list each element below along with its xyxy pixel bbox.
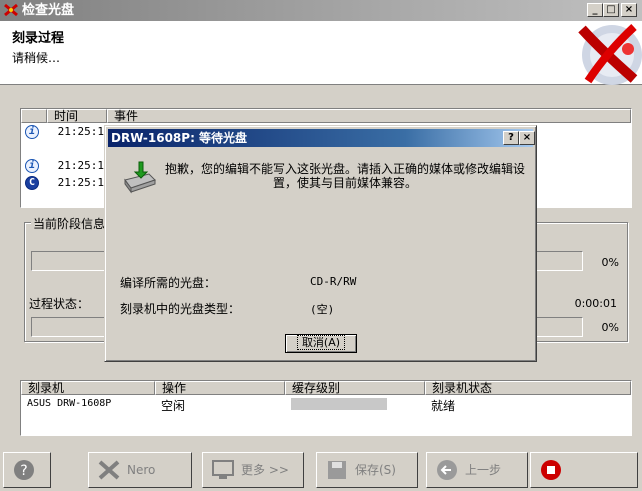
log-column-time[interactable]: 时间 bbox=[47, 109, 107, 123]
help-button[interactable]: ? bbox=[3, 452, 51, 488]
current-disc-label: 刻录机中的光盘类型： bbox=[120, 302, 241, 316]
stage-progress-percent: 0% bbox=[601, 256, 619, 269]
maximize-button[interactable]: □ bbox=[603, 3, 619, 17]
log-column-event[interactable]: 事件 bbox=[107, 109, 631, 123]
buffer-level-bar bbox=[291, 398, 387, 410]
log-row: C 21:25:17 bbox=[25, 175, 111, 191]
back-arrow-icon bbox=[437, 460, 457, 480]
stop-button[interactable] bbox=[530, 452, 638, 488]
info-icon: i bbox=[25, 159, 39, 173]
minimize-button[interactable]: _ bbox=[587, 3, 603, 17]
recorder-name: ASUS DRW-1608P bbox=[27, 398, 112, 409]
disc-drive-icon bbox=[124, 161, 156, 194]
close-button[interactable]: × bbox=[621, 3, 637, 17]
dialog-title: DRW-1608P: 等待光盘 bbox=[111, 131, 248, 145]
current-disc-value: (空) bbox=[310, 303, 335, 316]
window-titlebar: 检查光盘 _ □ × bbox=[0, 0, 642, 21]
cancel-button[interactable]: 取消(A) bbox=[285, 334, 357, 353]
svg-text:?: ? bbox=[20, 463, 27, 479]
recorder-column-status[interactable]: 刻录机状态 bbox=[425, 381, 631, 395]
total-progress-percent: 0% bbox=[601, 321, 619, 334]
dialog-message: 抱歉，您的编辑不能写入这张光盘。请插入正确的媒体或修改编辑设置，使其与目前媒体兼… bbox=[165, 162, 526, 190]
stop-icon bbox=[541, 460, 561, 480]
more-button[interactable]: 更多 >> bbox=[202, 452, 304, 488]
stage-info-legend: 当前阶段信息 bbox=[31, 215, 108, 232]
save-button[interactable]: 保存(S) bbox=[316, 452, 418, 488]
copyright-icon: C bbox=[25, 176, 39, 190]
dialog-titlebar: DRW-1608P: 等待光盘 ? × bbox=[108, 129, 535, 147]
required-disc-value: CD-R/RW bbox=[310, 275, 357, 288]
log-row: i 21:25:17 bbox=[25, 124, 111, 140]
help-icon: ? bbox=[14, 460, 34, 480]
page-subtitle: 请稍候… bbox=[12, 51, 61, 65]
log-column-icon[interactable] bbox=[21, 109, 47, 123]
recorder-column-operation[interactable]: 操作 bbox=[155, 381, 285, 395]
wizard-header: 刻录过程 请稍候… bbox=[0, 21, 642, 85]
nero-logo-icon bbox=[578, 24, 642, 85]
recorder-panel[interactable]: 刻录机 操作 缓存级别 刻录机状态 ASUS DRW-1608P 空闲 就绪 bbox=[20, 380, 632, 436]
back-button[interactable]: 上一步 bbox=[426, 452, 528, 488]
recorder-operation: 空闲 bbox=[161, 399, 186, 413]
dialog-close-button[interactable]: × bbox=[519, 131, 535, 145]
info-icon: i bbox=[25, 125, 39, 139]
nero-button[interactable]: Nero bbox=[88, 452, 192, 488]
dialog-help-button[interactable]: ? bbox=[503, 131, 519, 145]
page-title: 刻录过程 bbox=[12, 31, 65, 46]
process-status-label: 过程状态： bbox=[29, 297, 90, 311]
monitor-icon bbox=[212, 460, 234, 479]
required-disc-label: 编译所需的光盘： bbox=[120, 276, 217, 290]
app-icon bbox=[4, 3, 18, 17]
nero-icon bbox=[98, 460, 120, 480]
log-row: i 21:25:17 bbox=[25, 158, 111, 174]
recorder-column-name[interactable]: 刻录机 bbox=[21, 381, 155, 395]
recorder-column-buffer[interactable]: 缓存级别 bbox=[285, 381, 425, 395]
wait-disc-dialog: DRW-1608P: 等待光盘 ? × 抱歉，您的编辑不能写入这张光盘。请插入正… bbox=[104, 125, 537, 362]
recorder-status: 就绪 bbox=[431, 399, 456, 413]
save-icon bbox=[328, 461, 346, 479]
elapsed-time: 0:00:01 bbox=[574, 297, 617, 310]
window-title: 检查光盘 bbox=[22, 3, 75, 18]
